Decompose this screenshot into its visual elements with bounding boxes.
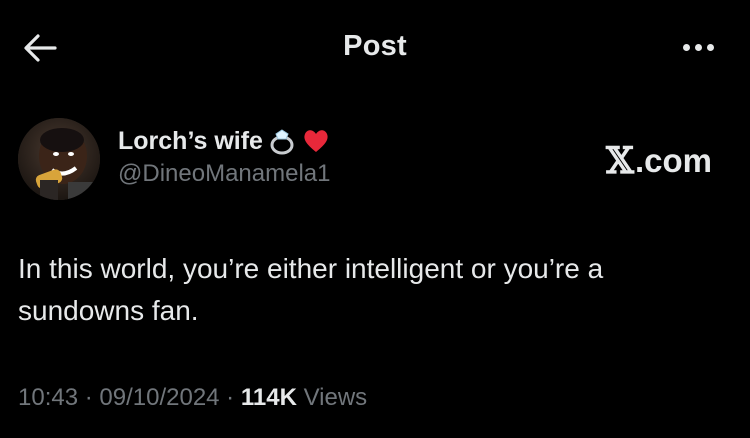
tweet-meta: 10:43 · 09/10/2024 · 114K Views: [18, 384, 367, 412]
tweet-time[interactable]: 10:43: [18, 384, 78, 411]
tweet-date[interactable]: 09/10/2024: [99, 384, 219, 411]
watermark-suffix: .com: [634, 142, 712, 179]
more-horizontal-icon: [680, 38, 716, 56]
views-count: 114K: [240, 384, 297, 411]
heart-icon: [302, 127, 330, 155]
display-name[interactable]: Lorch’s wife: [118, 124, 330, 158]
meta-separator: ·: [219, 384, 241, 411]
meta-separator: ·: [78, 384, 100, 411]
avatar-photo: [18, 118, 100, 200]
ring-icon: [268, 126, 298, 156]
tweet-text: In this world, you’re either intelligent…: [18, 253, 604, 326]
x-com-watermark: 𝕏 .com: [606, 142, 712, 180]
page-title: Post: [343, 30, 407, 62]
display-name-text: Lorch’s wife: [118, 126, 263, 155]
more-options-button[interactable]: [676, 30, 720, 64]
x-logo-icon: 𝕏: [606, 140, 634, 182]
user-handle[interactable]: @DineoManamela1: [118, 160, 330, 188]
post-header: Post: [0, 0, 750, 96]
views-label: Views: [296, 384, 368, 411]
avatar[interactable]: [18, 118, 100, 200]
author-block: Lorch’s wife @DineoManamela1: [118, 124, 330, 188]
